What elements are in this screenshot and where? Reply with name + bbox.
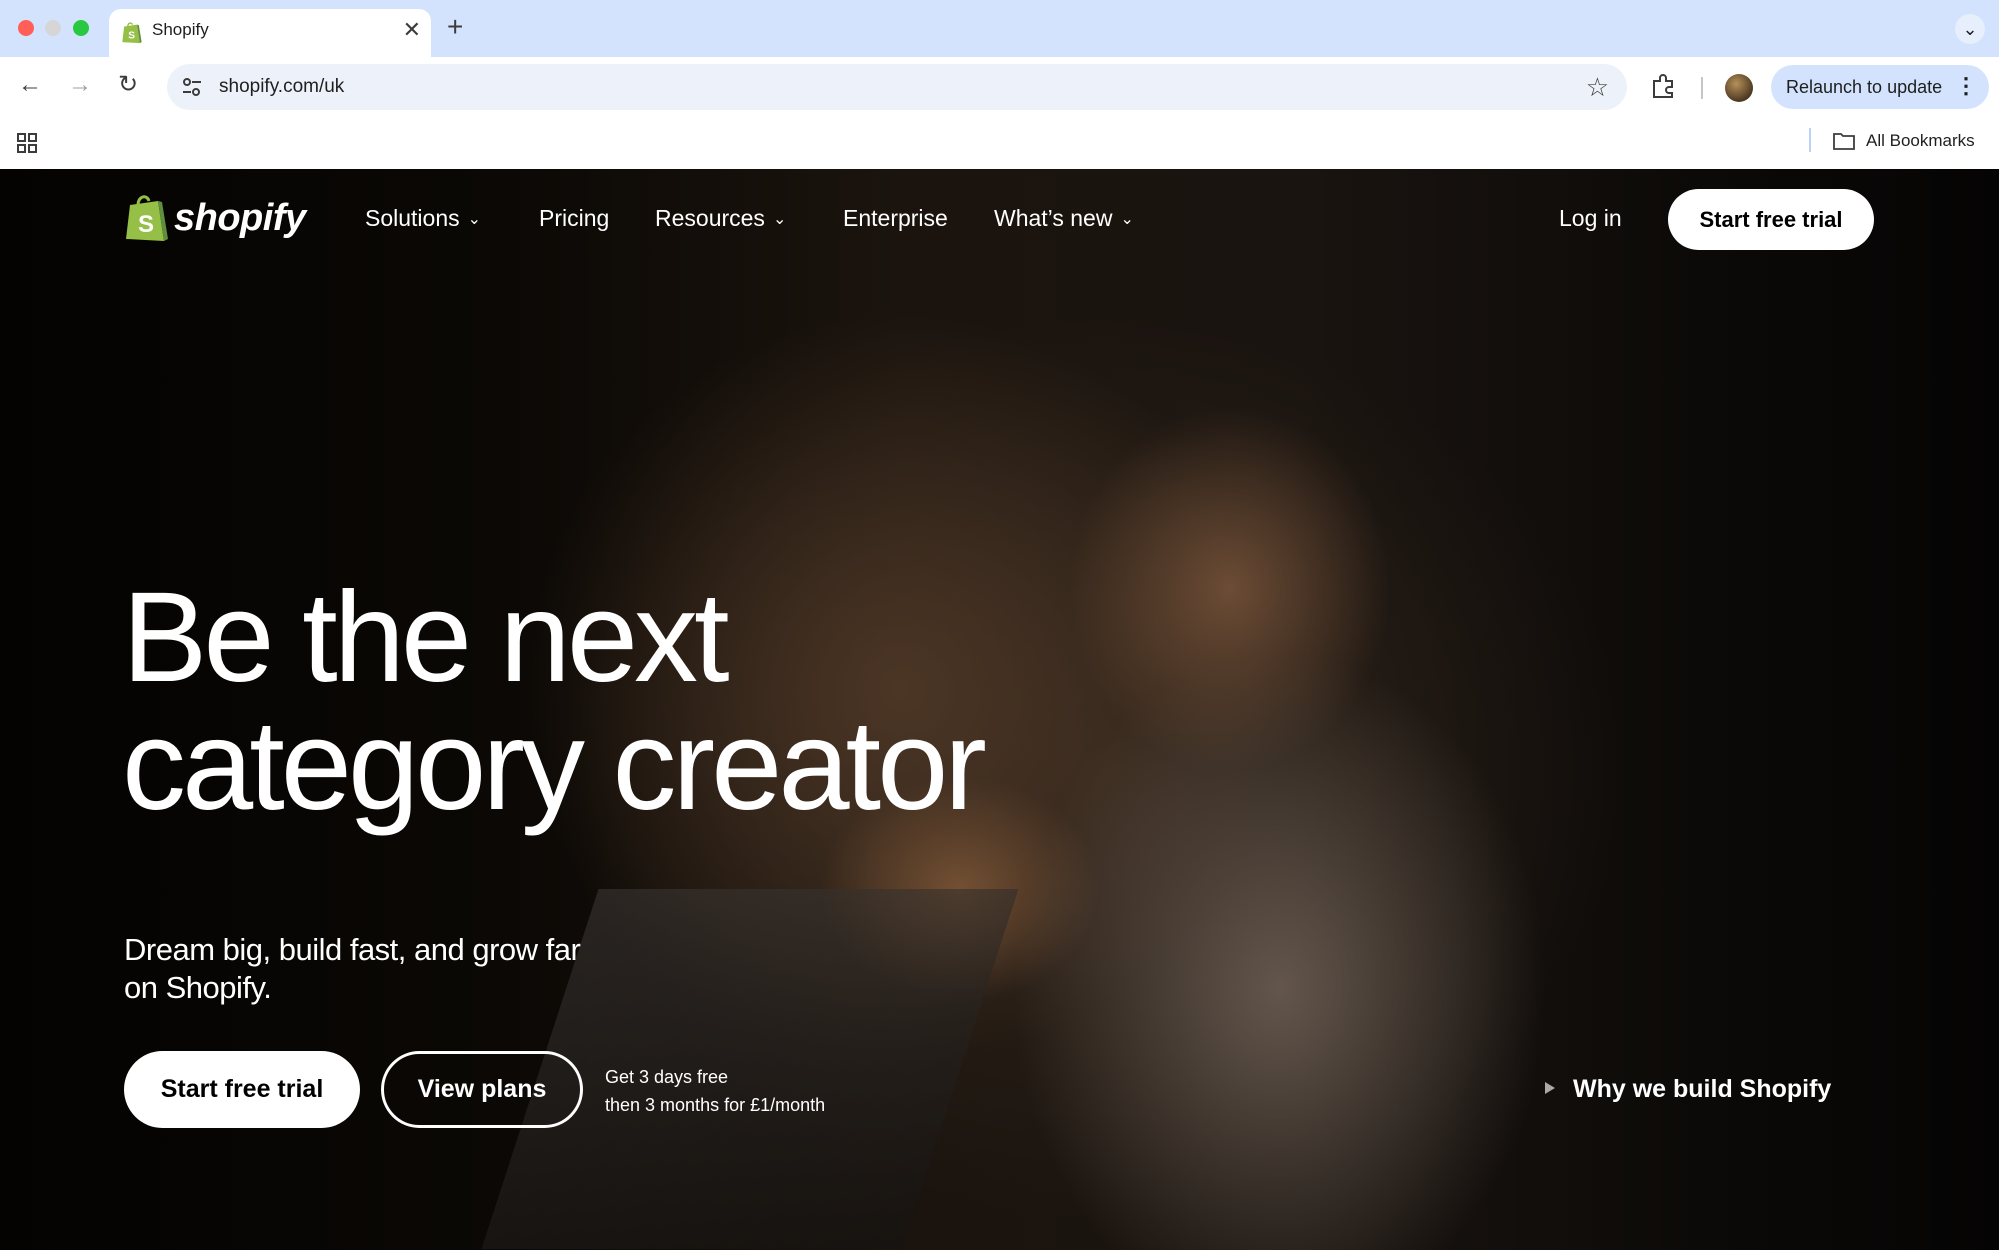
- play-icon: [1545, 1082, 1555, 1094]
- browser-tab-shopify[interactable]: S Shopify ✕: [109, 9, 431, 57]
- hero-subheading: Dream big, build fast, and grow far on S…: [124, 932, 581, 1005]
- tab-close-icon[interactable]: ✕: [403, 18, 421, 42]
- nav-pricing-label: Pricing: [539, 205, 610, 231]
- bookmarks-bar: All Bookmarks: [0, 112, 1999, 169]
- window-maximize-button[interactable]: [73, 20, 89, 36]
- address-bar[interactable]: shopify.com/uk ☆: [167, 64, 1627, 110]
- nav-enterprise[interactable]: Enterprise: [843, 204, 948, 232]
- nav-enterprise-label: Enterprise: [843, 205, 948, 231]
- relaunch-button[interactable]: Relaunch to update ⋮: [1771, 65, 1989, 109]
- nav-whats-new[interactable]: What’s new ⌄: [994, 204, 1134, 234]
- browser-toolbar: ← → ↻ shopify.com/uk ☆ Relaunch to updat…: [0, 57, 1999, 112]
- why-we-build-label: Why we build Shopify: [1573, 1075, 1832, 1103]
- nav-resources[interactable]: Resources ⌄: [655, 204, 786, 234]
- browser-tab-bar: S Shopify ✕ + ⌄: [0, 0, 1999, 57]
- window-minimize-button[interactable]: [45, 20, 61, 36]
- tab-search-button[interactable]: ⌄: [1955, 14, 1985, 44]
- forward-button[interactable]: →: [68, 71, 92, 99]
- toolbar-divider: [1701, 77, 1703, 99]
- relaunch-label: Relaunch to update: [1786, 77, 1943, 97]
- nav-whats-new-label: What’s new: [994, 205, 1113, 231]
- svg-text:S: S: [138, 211, 154, 238]
- folder-icon[interactable]: [1833, 132, 1855, 150]
- tab-title: Shopify: [152, 20, 209, 39]
- nav-pricing[interactable]: Pricing: [539, 204, 609, 232]
- bookmarks-divider: [1809, 128, 1811, 152]
- site-header: S shopify Solutions ⌄ Pricing Resources ⌄ …: [0, 169, 1999, 269]
- back-button[interactable]: ←: [18, 71, 42, 99]
- shopify-bag-icon: S: [126, 195, 168, 241]
- headline-line-2: category creator: [122, 694, 987, 837]
- site-info-icon[interactable]: [181, 76, 203, 98]
- url-text[interactable]: shopify.com/uk: [219, 76, 344, 98]
- bookmark-star-icon[interactable]: ☆: [1586, 73, 1609, 101]
- profile-avatar[interactable]: [1725, 74, 1753, 102]
- view-plans-button[interactable]: View plans: [381, 1051, 583, 1128]
- window-close-button[interactable]: [18, 20, 34, 36]
- all-bookmarks-label[interactable]: All Bookmarks: [1866, 131, 1975, 151]
- reload-button[interactable]: ↻: [118, 71, 138, 99]
- why-we-build-video-link[interactable]: Why we build Shopify: [1545, 1074, 1831, 1104]
- nav-solutions-label: Solutions: [365, 205, 460, 231]
- apps-grid-icon[interactable]: [17, 133, 37, 153]
- offer-line-2: then 3 months for £1/month: [605, 1095, 826, 1115]
- menu-kebab-icon[interactable]: ⋮: [1955, 74, 1977, 98]
- shopify-logo[interactable]: S shopify: [124, 193, 306, 245]
- header-start-trial-button[interactable]: Start free trial: [1668, 189, 1874, 250]
- chevron-down-icon: ⌄: [1120, 211, 1134, 228]
- nav-resources-label: Resources: [655, 205, 765, 231]
- logo-wordmark: shopify: [174, 197, 306, 239]
- hero-start-trial-button[interactable]: Start free trial: [124, 1051, 360, 1128]
- chevron-down-icon: ⌄: [467, 211, 482, 228]
- svg-text:S: S: [128, 30, 135, 41]
- offer-line-1: Get 3 days free: [605, 1067, 729, 1087]
- hero-headline: Be the next category creator: [122, 566, 987, 837]
- login-link[interactable]: Log in: [1559, 204, 1622, 232]
- nav-solutions[interactable]: Solutions ⌄: [365, 204, 481, 234]
- extensions-icon[interactable]: [1650, 73, 1676, 99]
- shopify-favicon-icon: S: [122, 22, 142, 44]
- trial-offer-text: Get 3 days free then 3 months for £1/mon…: [605, 1063, 825, 1119]
- chevron-down-icon: ⌄: [772, 211, 787, 228]
- new-tab-button[interactable]: +: [447, 12, 463, 42]
- hero-section: S shopify Solutions ⌄ Pricing Resources ⌄ …: [0, 169, 1999, 1250]
- headline-line-1: Be the next: [122, 566, 730, 709]
